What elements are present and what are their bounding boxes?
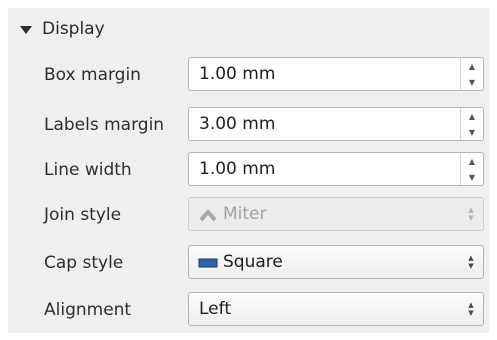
spin-down-icon[interactable]: ▼ — [461, 169, 483, 185]
alignment-label: Alignment — [44, 300, 132, 320]
section-title: Display — [42, 19, 105, 39]
join-style-label: Join style — [44, 205, 122, 225]
alignment-dropdown[interactable]: Left ▲ ▼ — [188, 292, 484, 326]
miter-join-icon — [199, 208, 217, 222]
alignment-row: Alignment Left ▲ ▼ — [0, 292, 497, 328]
box-margin-label: Box margin — [44, 65, 141, 85]
dropdown-arrows-icon: ▲ ▼ — [468, 206, 474, 222]
line-width-value[interactable]: 1.00 mm — [199, 153, 275, 187]
collapse-arrow-icon[interactable] — [20, 26, 32, 34]
dropdown-arrows-icon[interactable]: ▲ ▼ — [466, 301, 476, 319]
cap-style-value[interactable]: Square — [223, 246, 283, 280]
join-style-dropdown: Miter ▲ ▼ — [188, 197, 484, 231]
labels-margin-spin-buttons: ▲ ▼ — [460, 108, 483, 140]
line-width-label: Line width — [44, 160, 132, 180]
labels-margin-row: Labels margin 3.00 mm ▲ ▼ — [0, 107, 497, 143]
cap-style-label: Cap style — [44, 253, 124, 273]
box-margin-row: Box margin 1.00 mm ▲ ▼ — [0, 57, 497, 93]
join-style-row: Join style Miter ▲ ▼ — [0, 197, 497, 233]
box-margin-value[interactable]: 1.00 mm — [199, 58, 275, 92]
join-style-value: Miter — [223, 204, 267, 224]
line-width-row: Line width 1.00 mm ▲ ▼ — [0, 152, 497, 188]
labels-margin-value[interactable]: 3.00 mm — [199, 108, 275, 142]
labels-margin-spinbox[interactable]: 3.00 mm ▲ ▼ — [188, 107, 484, 141]
display-section-toggle[interactable]: Display — [20, 17, 105, 41]
cap-style-dropdown[interactable]: Square ▲ ▼ — [188, 245, 484, 279]
alignment-value[interactable]: Left — [199, 293, 231, 327]
cap-style-row: Cap style Square ▲ ▼ — [0, 245, 497, 281]
spin-up-icon[interactable]: ▲ — [461, 153, 483, 169]
box-margin-spinbox[interactable]: 1.00 mm ▲ ▼ — [188, 57, 484, 91]
spin-down-icon[interactable]: ▼ — [461, 74, 483, 90]
spin-down-icon[interactable]: ▼ — [461, 124, 483, 140]
dropdown-arrows-icon[interactable]: ▲ ▼ — [466, 254, 476, 272]
spin-up-icon[interactable]: ▲ — [461, 58, 483, 74]
labels-margin-label: Labels margin — [44, 115, 165, 135]
square-cap-icon — [198, 258, 218, 268]
line-width-spinbox[interactable]: 1.00 mm ▲ ▼ — [188, 152, 484, 186]
box-margin-spin-buttons: ▲ ▼ — [460, 58, 483, 90]
spin-up-icon[interactable]: ▲ — [461, 108, 483, 124]
line-width-spin-buttons: ▲ ▼ — [460, 153, 483, 185]
